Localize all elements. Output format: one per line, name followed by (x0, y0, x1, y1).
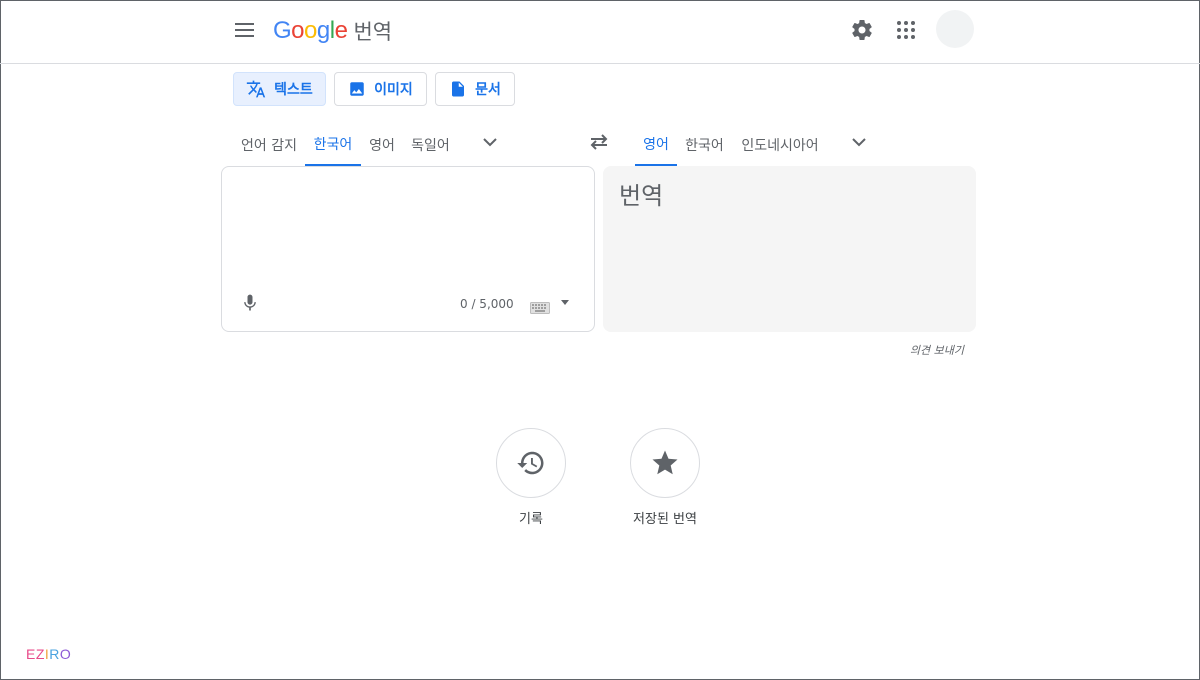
image-mode-button[interactable]: 이미지 (334, 72, 427, 106)
avatar[interactable] (936, 10, 974, 48)
swap-languages-icon[interactable] (586, 130, 612, 154)
logo-letter: o (291, 17, 305, 44)
character-counter: 0 / 5,000 (460, 297, 514, 311)
source-text-panel: 0 / 5,000 (221, 166, 595, 332)
document-icon (452, 81, 465, 97)
top-app-bar: Google 번역 (0, 0, 1200, 64)
history-icon (517, 451, 544, 475)
watermark-letter: E (26, 646, 36, 662)
product-name: 번역 (353, 20, 393, 44)
target-lang-english[interactable]: 영어 (635, 124, 677, 166)
history-label: 기록 (519, 512, 543, 527)
target-lang-more-chevron-down-icon[interactable] (846, 131, 872, 153)
source-lang-korean[interactable]: 한국어 (305, 124, 361, 166)
keyboard-icon[interactable] (530, 299, 550, 314)
microphone-icon[interactable] (240, 291, 260, 315)
gear-icon[interactable] (848, 16, 876, 44)
menu-icon[interactable] (232, 17, 258, 43)
target-lang-indonesian[interactable]: 인도네시아어 (732, 124, 828, 166)
apps-grid-icon[interactable] (892, 16, 920, 44)
translation-placeholder: 번역 (619, 182, 664, 210)
translation-output-panel: 번역 (603, 166, 976, 332)
text-mode-label: 텍스트 (274, 82, 313, 98)
source-text-input[interactable] (238, 179, 582, 283)
document-mode-button[interactable]: 문서 (435, 72, 515, 106)
logo-letter: e (334, 17, 348, 44)
translate-icon (247, 80, 266, 98)
text-mode-button[interactable]: 텍스트 (233, 72, 326, 106)
history-button[interactable] (496, 428, 566, 498)
watermark-letter: O (59, 646, 72, 662)
source-lang-german[interactable]: 독일어 (403, 124, 458, 166)
watermark-letter: R (49, 646, 60, 662)
eziro-watermark-logo: EZIRO (26, 646, 71, 662)
logo-letter: G (273, 17, 292, 44)
input-tools-caret-down-icon[interactable] (561, 300, 569, 305)
watermark-letter: Z (35, 646, 45, 662)
window-frame (0, 0, 1200, 680)
logo-letter: g (316, 17, 330, 44)
target-lang-korean[interactable]: 한국어 (677, 124, 732, 166)
source-lang-english[interactable]: 영어 (361, 124, 403, 166)
source-lang-more-chevron-down-icon[interactable] (477, 131, 503, 153)
logo-letter: o (304, 17, 317, 44)
google-translate-logo[interactable]: Google 번역 (273, 14, 392, 48)
saved-translations-button[interactable] (630, 428, 700, 498)
star-icon (652, 450, 678, 475)
document-mode-label: 문서 (475, 82, 501, 98)
source-lang-detect[interactable]: 언어 감지 (233, 124, 305, 166)
image-mode-label: 이미지 (374, 82, 413, 98)
google-wordmark: Google (273, 17, 348, 45)
image-icon (350, 82, 364, 96)
saved-translations-label: 저장된 번역 (633, 512, 697, 527)
send-feedback-link[interactable]: 의견 보내기 (890, 342, 964, 358)
